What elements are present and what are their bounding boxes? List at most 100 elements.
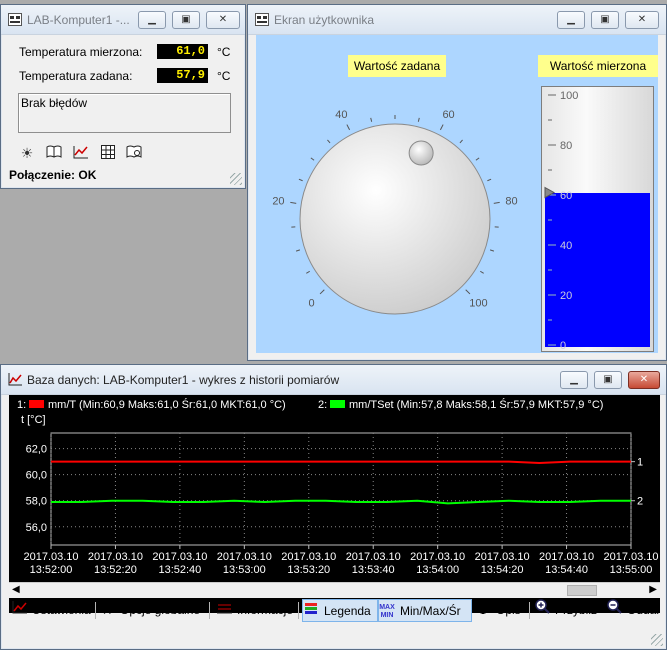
device-icon: [8, 13, 22, 26]
resize-grip[interactable]: [230, 173, 242, 185]
x-tick-label-time: 13:54:40: [545, 564, 588, 576]
connection-status: Połączenie: OK: [9, 168, 97, 182]
x-tick-label-date: 2017.03.10: [23, 551, 78, 563]
knob-tick: [489, 249, 495, 252]
knob-tick: [306, 270, 310, 274]
knob-tick-label: 0: [308, 297, 314, 309]
separator: [529, 602, 530, 619]
knob-tick: [493, 201, 500, 204]
error-message-box: Brak błędów: [18, 93, 231, 133]
info-chart-icon: [216, 599, 232, 622]
knob-tick: [295, 249, 301, 252]
text-icon: T: [478, 603, 488, 618]
window-title: LAB-Komputer1 -...: [27, 13, 130, 27]
close-button[interactable]: ✕: [206, 11, 240, 29]
x-tick-label-time: 13:54:00: [416, 564, 459, 576]
y-tick-label: 60,0: [26, 470, 47, 482]
minimize-button[interactable]: ▁: [557, 11, 585, 29]
user-screen-window[interactable]: Ekran użytkownika ▁ ▣ ✕ Wartość zadana W…: [247, 4, 667, 361]
knob-tick-label: 100: [469, 297, 487, 309]
device-window[interactable]: LAB-Komputer1 -... ▁ ▣ ✕ Temperatura mie…: [0, 4, 246, 189]
device-window-titlebar[interactable]: LAB-Komputer1 -... ▁ ▣ ✕: [1, 5, 245, 35]
separator: [95, 602, 96, 619]
table-icon[interactable]: [99, 145, 117, 161]
knob-tick: [327, 139, 331, 144]
knob-tick: [480, 270, 484, 274]
scroll-thumb[interactable]: [567, 585, 597, 596]
history-chart-titlebar[interactable]: Baza danych: LAB-Komputer1 - wykres z hi…: [1, 365, 666, 395]
global-options-button[interactable]: ⚒ Opcje globalne: [99, 599, 200, 622]
brightness-icon[interactable]: ☀: [18, 145, 36, 161]
history-chart-window[interactable]: Baza danych: LAB-Komputer1 - wykres z hi…: [0, 364, 667, 650]
separator: [209, 602, 210, 619]
y-tick-label: 56,0: [26, 522, 47, 534]
knob-tick-label: 40: [335, 109, 347, 121]
chart-icon[interactable]: [72, 145, 90, 161]
knob-tick: [298, 178, 303, 182]
knob-tick: [439, 124, 444, 131]
legend-entry: mm/TSet (Min:57,8 Maks:58,1 Śr:57,9 MKT:…: [349, 398, 603, 411]
close-button[interactable]: ✕: [625, 11, 659, 29]
bar-tick-label: 20: [560, 290, 572, 302]
zoom-in-button[interactable]: Przybliż: [534, 599, 597, 622]
measured-bar-gauge: 100 80 60 40 20 0: [541, 86, 654, 352]
x-tick-label-time: 13:55:00: [610, 564, 653, 576]
bar-scale: 100 80 60 40 20 0: [544, 90, 578, 352]
knob-tick: [465, 289, 471, 295]
zoom-out-button[interactable]: Oddal: [606, 599, 660, 622]
device-icon: [255, 13, 269, 26]
information-button[interactable]: Informacje: [216, 599, 293, 622]
x-tick-label-time: 13:52:20: [94, 564, 137, 576]
knob-tick: [417, 117, 420, 122]
plot-frame: [50, 432, 632, 546]
maximize-button[interactable]: ▣: [594, 371, 622, 389]
legend-swatch: [330, 400, 345, 408]
knob-tick: [487, 178, 492, 182]
x-tick-label-time: 13:53:20: [287, 564, 330, 576]
scroll-right-arrow[interactable]: ▶: [649, 584, 657, 595]
close-button[interactable]: ✕: [628, 371, 660, 389]
legend-button[interactable]: Legenda: [302, 599, 378, 622]
knob-tick: [475, 157, 480, 161]
knob-body[interactable]: [299, 123, 491, 315]
user-screen-titlebar[interactable]: Ekran użytkownika ▁ ▣ ✕: [248, 5, 666, 35]
zoom-out-icon: [606, 599, 622, 622]
maximize-button[interactable]: ▣: [591, 11, 619, 29]
tools-icon: ⚒: [101, 603, 113, 617]
set-value-label: Wartość zadana: [348, 55, 446, 77]
knob-tick: [459, 139, 463, 144]
user-screen-panel: Wartość zadana Wartość mierzona 0 20 40 60 8…: [256, 35, 658, 353]
x-tick-label-date: 2017.03.10: [152, 551, 207, 563]
minimize-button[interactable]: ▁: [560, 371, 588, 389]
maximize-button[interactable]: ▣: [172, 11, 200, 29]
horizontal-scrollbar[interactable]: ◀ ▶: [9, 582, 660, 598]
knob-tick-label: 60: [442, 109, 454, 121]
legend-index: 1:: [17, 399, 26, 411]
minimize-button[interactable]: ▁: [138, 11, 166, 29]
set-temp-unit: °C: [217, 69, 231, 83]
resize-grip[interactable]: [651, 634, 663, 646]
legend-entry: mm/T (Min:60,9 Maks:61,0 Śr:61,0 MKT:61,…: [48, 398, 286, 411]
book-search-icon[interactable]: [125, 145, 143, 161]
x-tick-label-time: 13:53:40: [352, 564, 395, 576]
chart-settings-icon: [11, 599, 27, 622]
x-tick-label-time: 13:52:40: [158, 564, 201, 576]
series-end-label: 1: [637, 457, 643, 469]
knob-indicator[interactable]: [408, 140, 434, 166]
x-tick-label-date: 2017.03.10: [281, 551, 336, 563]
set-temp-value: 57,9: [157, 68, 208, 83]
book-icon[interactable]: [45, 145, 63, 161]
description-button[interactable]: T Opis: [475, 599, 520, 622]
bar-tick-label: 100: [560, 90, 578, 102]
setpoint-knob[interactable]: 0 20 40 60 80 100: [256, 85, 526, 325]
zoom-in-icon: [534, 599, 550, 622]
history-chart[interactable]: 1: mm/T (Min:60,9 Maks:61,0 Śr:61,0 MKT:6…: [9, 395, 660, 582]
knob-tick: [310, 157, 315, 161]
measured-temp-label: Temperatura mierzona:: [19, 45, 143, 59]
settings-button[interactable]: Ustawienia: [11, 599, 91, 622]
knob-tick-label: 80: [505, 196, 517, 208]
chart-icon: [8, 373, 22, 386]
legend-swatch: [29, 400, 44, 408]
scroll-left-arrow[interactable]: ◀: [12, 584, 20, 595]
min-max-avg-button[interactable]: MAX MIN Min/Max/Śr: [378, 599, 472, 622]
